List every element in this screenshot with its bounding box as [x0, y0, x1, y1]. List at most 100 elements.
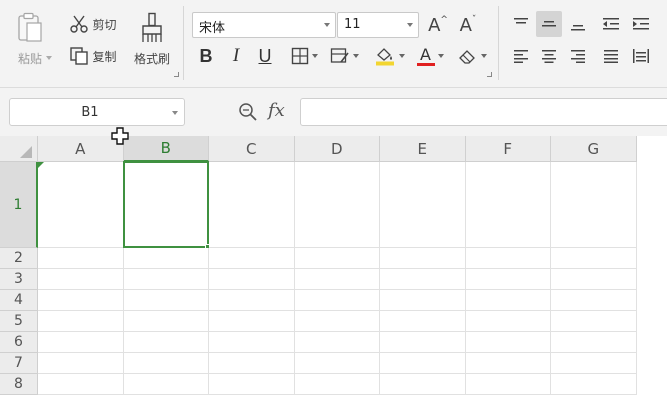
cell-a3[interactable] [38, 269, 124, 290]
cell-f6[interactable] [465, 332, 551, 353]
cell-d6[interactable] [294, 332, 380, 353]
formula-input[interactable] [300, 98, 667, 126]
cell-g1[interactable] [551, 162, 637, 248]
row-header-8[interactable]: 8 [0, 374, 38, 395]
cell-e4[interactable] [380, 290, 466, 311]
cell-b5[interactable] [123, 311, 209, 332]
cell-c6[interactable] [209, 332, 295, 353]
cell-d4[interactable] [294, 290, 380, 311]
column-header-g[interactable]: G [551, 136, 637, 162]
cell-style-button[interactable] [326, 44, 362, 68]
cell-f4[interactable] [465, 290, 551, 311]
name-box-dropdown-icon[interactable] [172, 111, 178, 115]
cell-b7[interactable] [123, 353, 209, 374]
cell-d7[interactable] [294, 353, 380, 374]
row-header-1[interactable]: 1 [0, 162, 38, 248]
cell-e7[interactable] [380, 353, 466, 374]
paste-dropdown-icon[interactable] [46, 56, 52, 60]
cell-f5[interactable] [465, 311, 551, 332]
cell-d3[interactable] [294, 269, 380, 290]
cell-a4[interactable] [38, 290, 124, 311]
font-size-select[interactable]: 11 [337, 12, 419, 38]
paste-button[interactable]: 粘贴 [8, 8, 52, 70]
underline-button[interactable]: U [253, 44, 277, 68]
cell-c8[interactable] [209, 374, 295, 395]
cell-f2[interactable] [465, 248, 551, 269]
cell-f1[interactable] [465, 162, 551, 248]
cell-e1[interactable] [380, 162, 466, 248]
cell-e2[interactable] [380, 248, 466, 269]
cell-d5[interactable] [294, 311, 380, 332]
increase-font-size-button[interactable]: A ^ [425, 12, 451, 38]
cell-a1[interactable] [38, 162, 124, 248]
align-top-button[interactable] [508, 12, 534, 36]
column-header-d[interactable]: D [294, 136, 380, 162]
cell-c7[interactable] [209, 353, 295, 374]
align-middle-button[interactable] [536, 11, 562, 37]
cell-f8[interactable] [465, 374, 551, 395]
row-header-4[interactable]: 4 [0, 290, 38, 311]
cell-f7[interactable] [465, 353, 551, 374]
row-header-6[interactable]: 6 [0, 332, 38, 353]
cell-c5[interactable] [209, 311, 295, 332]
select-all-corner[interactable] [0, 136, 38, 162]
cell-g3[interactable] [551, 269, 637, 290]
align-right-button[interactable] [565, 44, 591, 68]
cell-d1[interactable] [294, 162, 380, 248]
cell-b2[interactable] [123, 248, 209, 269]
cell-d8[interactable] [294, 374, 380, 395]
cell-b8[interactable] [123, 374, 209, 395]
cell-g2[interactable] [551, 248, 637, 269]
cell-c3[interactable] [209, 269, 295, 290]
bold-button[interactable]: B [194, 44, 218, 68]
clear-button[interactable] [454, 44, 490, 68]
zoom-search-icon[interactable] [238, 102, 258, 122]
column-header-f[interactable]: F [465, 136, 551, 162]
cell-e5[interactable] [380, 311, 466, 332]
borders-button[interactable] [286, 44, 322, 68]
row-header-5[interactable]: 5 [0, 311, 38, 332]
column-header-c[interactable]: C [209, 136, 295, 162]
fill-color-button[interactable] [370, 44, 408, 68]
font-dialog-launcher[interactable] [487, 72, 492, 77]
decrease-font-size-button[interactable]: A ˇ [455, 12, 481, 38]
cell-f3[interactable] [465, 269, 551, 290]
increase-indent-button[interactable] [628, 12, 654, 36]
column-header-e[interactable]: E [380, 136, 466, 162]
row-header-7[interactable]: 7 [0, 353, 38, 374]
decrease-indent-button[interactable] [598, 12, 624, 36]
cell-g7[interactable] [551, 353, 637, 374]
font-color-button[interactable]: A [412, 44, 448, 68]
cell-b4[interactable] [123, 290, 209, 311]
cell-e6[interactable] [380, 332, 466, 353]
justify-button[interactable] [598, 44, 624, 68]
cell-a5[interactable] [38, 311, 124, 332]
cell-b1[interactable] [123, 162, 209, 248]
clipboard-dialog-launcher[interactable] [174, 72, 179, 77]
cell-a8[interactable] [38, 374, 124, 395]
cell-g4[interactable] [551, 290, 637, 311]
cell-a2[interactable] [38, 248, 124, 269]
cell-g8[interactable] [551, 374, 637, 395]
cell-b6[interactable] [123, 332, 209, 353]
column-header-b[interactable]: B [123, 136, 209, 162]
cell-b3[interactable] [123, 269, 209, 290]
cell-e8[interactable] [380, 374, 466, 395]
cell-c1[interactable] [209, 162, 295, 248]
cell-a6[interactable] [38, 332, 124, 353]
name-box[interactable]: B1 [9, 98, 185, 126]
cell-a7[interactable] [38, 353, 124, 374]
insert-function-button[interactable]: fx [268, 100, 285, 121]
copy-button[interactable]: 复制 [64, 44, 122, 68]
font-family-select[interactable]: 宋体 [192, 12, 336, 38]
cell-d2[interactable] [294, 248, 380, 269]
align-left-button[interactable] [508, 44, 534, 68]
italic-button[interactable]: I [224, 44, 248, 68]
row-header-3[interactable]: 3 [0, 269, 38, 290]
cell-g5[interactable] [551, 311, 637, 332]
cut-button[interactable]: 剪切 [64, 12, 122, 36]
cell-c2[interactable] [209, 248, 295, 269]
cell-c4[interactable] [209, 290, 295, 311]
format-painter-button[interactable]: 格式刷 [128, 8, 176, 70]
align-bottom-button[interactable] [565, 12, 591, 36]
